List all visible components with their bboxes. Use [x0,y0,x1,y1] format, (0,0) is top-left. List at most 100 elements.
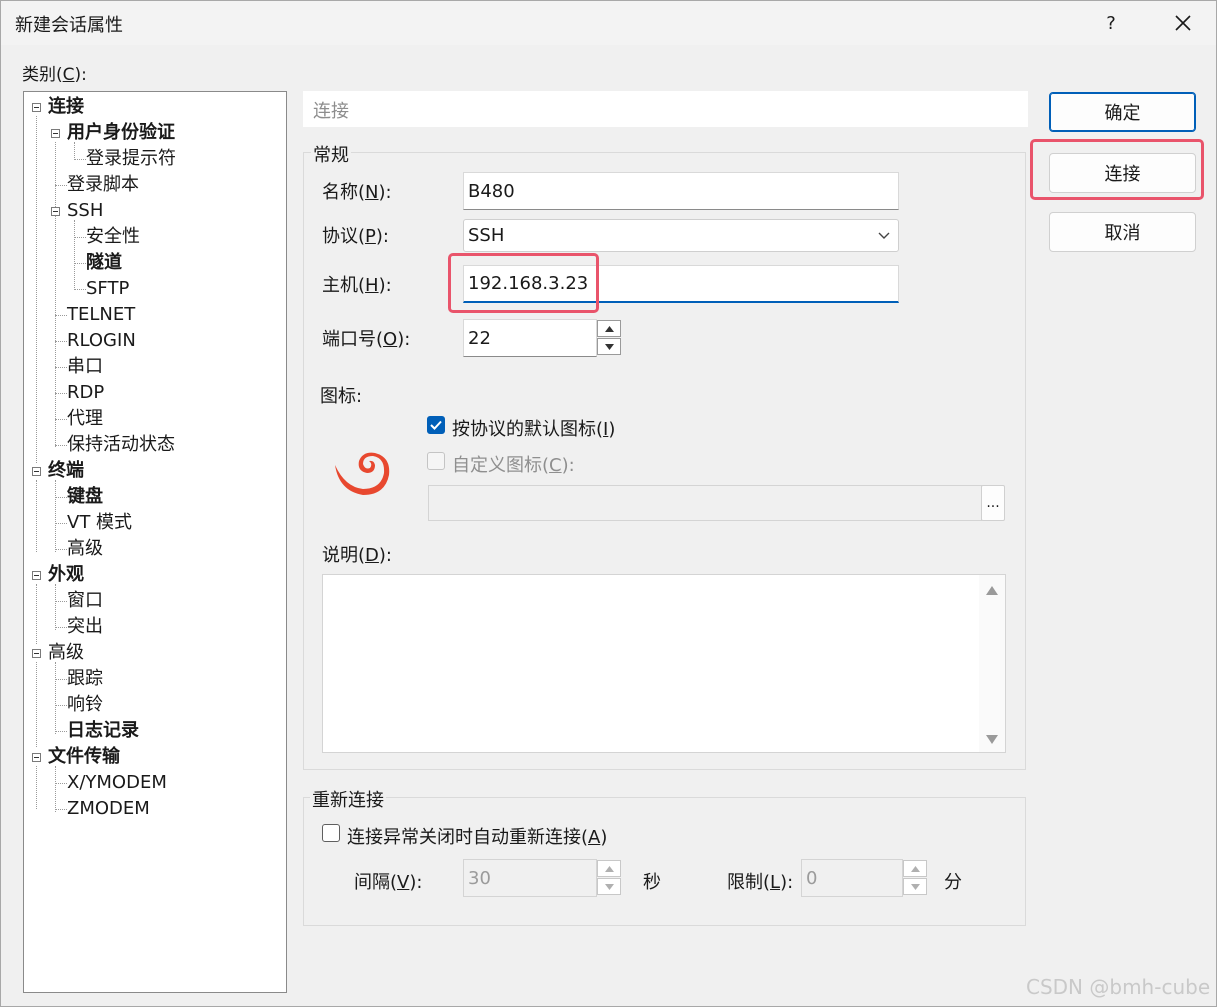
tree-item-serial[interactable]: 串口 [67,354,103,380]
host-input[interactable]: 192.168.3.23 [463,265,899,303]
help-button[interactable]: ? [1087,1,1135,45]
tree-item-proxy[interactable]: 代理 [67,406,103,432]
tree-line [55,419,67,420]
tree-item-appearance[interactable]: 外观 [48,562,84,588]
cancel-button[interactable]: 取消 [1049,212,1196,252]
limit-input: 0 [801,859,903,897]
port-spin-down[interactable] [597,338,621,355]
description-scrollbar[interactable] [979,575,1005,752]
section-title: 连接 [313,101,349,122]
custom-icon-checkbox[interactable] [427,452,445,470]
spin-up-icon [604,865,614,872]
tree-item-telnet[interactable]: TELNET [67,302,135,328]
interval-spin-down [597,878,621,895]
collapse-icon[interactable] [51,207,60,216]
tree-item-connection[interactable]: 连接 [48,94,84,120]
interval-unit: 秒 [643,872,661,893]
tree-item-auth[interactable]: 用户身份验证 [67,120,175,146]
tree-line [55,341,67,342]
tree-item-terminal[interactable]: 终端 [48,458,84,484]
tree-line [55,185,67,186]
collapse-icon[interactable] [51,129,60,138]
port-spin-up[interactable] [597,320,621,337]
tree-line [55,584,56,630]
browse-icon-button[interactable]: ... [981,485,1005,521]
custom-icon-path-input [428,485,982,521]
tree-line [55,480,56,552]
ok-button[interactable]: 确定 [1049,92,1196,132]
tree-item-highlight[interactable]: 突出 [67,614,103,640]
tree-item-sftp[interactable]: SFTP [86,276,129,302]
tree-line [36,116,37,463]
tree-line [74,289,86,290]
interval-label: 间隔(V): [354,872,423,893]
collapse-icon[interactable] [32,571,41,580]
tree-line [55,367,67,368]
title-bar: 新建会话属性 ? [1,1,1216,45]
tree-line [55,809,67,810]
description-textarea[interactable] [322,574,1006,753]
interval-spin-up [597,860,621,877]
icon-label: 图标: [320,386,363,407]
tree-item-vt-mode[interactable]: VT 模式 [67,510,132,536]
close-button[interactable] [1159,1,1207,45]
tree-item-keepalive[interactable]: 保持活动状态 [67,432,175,458]
tree-line [55,705,67,706]
tree-item-xymodem[interactable]: X/YMODEM [67,770,167,796]
tree-item-security[interactable]: 安全性 [86,224,140,250]
tree-item-tunnel[interactable]: 隧道 [86,250,122,276]
tree-item-rdp[interactable]: RDP [67,380,104,406]
tree-line [55,523,67,524]
tree-item-bell[interactable]: 响铃 [67,692,103,718]
watermark: CSDN @bmh-cube [1026,975,1211,999]
tree-item-logging[interactable]: 日志记录 [67,718,139,744]
protocol-select[interactable]: SSH [463,219,899,252]
limit-unit: 分 [944,872,962,893]
tree-line [36,662,37,747]
connect-button[interactable]: 连接 [1049,153,1196,193]
tree-line [55,445,67,446]
collapse-icon[interactable] [32,753,41,762]
default-icon-checkbox[interactable] [427,416,445,434]
category-tree[interactable]: 连接 用户身份验证 登录提示符 登录脚本 SSH 安全性 隧道 SFTP TEL… [23,91,287,993]
description-label: 说明(D): [322,545,392,566]
tree-line [55,497,67,498]
tree-line [55,549,67,550]
custom-icon-label: 自定义图标(C): [452,455,575,476]
port-input[interactable]: 22 [463,319,597,357]
tree-line [74,237,86,238]
spin-down-icon [604,343,614,350]
tree-line [36,766,37,809]
tree-item-ssh[interactable]: SSH [67,198,103,224]
tree-item-advanced[interactable]: 高级 [48,640,84,666]
tree-line [55,315,67,316]
tree-item-keyboard[interactable]: 键盘 [67,484,103,510]
tree-item-login-prompts[interactable]: 登录提示符 [86,146,176,172]
tree-item-terminal-advanced[interactable]: 高级 [67,536,103,562]
name-input[interactable]: B480 [463,172,899,210]
collapse-icon[interactable] [32,467,41,476]
tree-item-login-script[interactable]: 登录脚本 [67,172,139,198]
tree-item-trace[interactable]: 跟踪 [67,666,103,692]
spin-down-icon [910,883,920,890]
tree-item-file-transfer[interactable]: 文件传输 [48,744,120,770]
tree-item-rlogin[interactable]: RLOGIN [67,328,136,354]
host-label: 主机(H): [322,275,392,296]
spin-down-icon [604,883,614,890]
spin-up-icon [910,865,920,872]
tree-line [55,766,56,812]
spin-up-icon [604,325,614,332]
tree-item-window[interactable]: 窗口 [67,588,103,614]
session-icon [335,452,390,495]
port-label: 端口号(O): [322,329,411,350]
auto-reconnect-checkbox[interactable] [322,824,340,842]
collapse-icon[interactable] [32,103,41,112]
collapse-icon[interactable] [32,649,41,658]
protocol-label: 协议(P): [322,226,389,247]
tree-item-zmodem[interactable]: ZMODEM [67,796,150,822]
close-icon [1175,15,1191,31]
dialog-title: 新建会话属性 [15,15,123,36]
checkmark-icon [430,420,442,430]
session-properties-dialog: 新建会话属性 ? 类别(C): 连接 用户身份验证 登录提示符 登录脚本 SSH… [0,0,1217,1007]
tree-line [74,220,75,290]
